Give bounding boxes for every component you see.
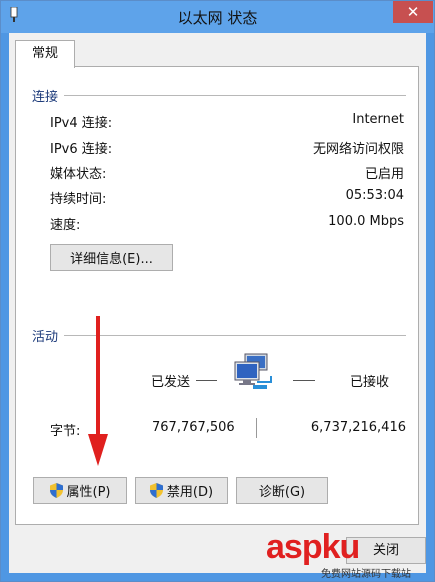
- ipv4-value: Internet: [352, 112, 404, 127]
- received-line: [293, 380, 315, 381]
- received-label: 已接收: [350, 375, 390, 390]
- bytes-label: 字节:: [50, 424, 81, 439]
- window-title: 以太网 状态: [177, 9, 258, 27]
- close-window-button[interactable]: ✕: [393, 1, 433, 23]
- watermark-logo: aspku: [266, 528, 360, 566]
- network-computers-icon: [234, 353, 272, 389]
- title-bar[interactable]: 以太网 状态 ✕: [1, 1, 434, 33]
- watermark-subtext: 免费网站源码下载站: [321, 569, 411, 580]
- disable-button[interactable]: 禁用(D): [135, 477, 228, 504]
- annotation-arrow: [88, 316, 108, 466]
- speed-value: 100.0 Mbps: [328, 214, 404, 229]
- ipv4-label: IPv4 连接:: [50, 116, 113, 131]
- tab-general[interactable]: 常规: [15, 40, 75, 68]
- connection-divider: [64, 95, 406, 96]
- speed-label: 速度:: [50, 218, 81, 233]
- sent-label: 已发送: [151, 375, 191, 390]
- details-button-label: 详细信息(E)...: [70, 252, 153, 267]
- properties-button-label: 属性(P): [66, 485, 111, 500]
- sent-line: [196, 380, 217, 381]
- disable-button-label: 禁用(D): [166, 485, 214, 500]
- shield-icon: [49, 483, 63, 498]
- window: 以太网 状态 ✕ 常规 连接 IPv4 连接: Internet IPv6 连接…: [0, 0, 435, 582]
- bytes-received-value: 6,737,216,416: [310, 420, 406, 435]
- properties-button[interactable]: 属性(P): [33, 477, 127, 504]
- activity-divider: [64, 335, 406, 336]
- dialog-body: 常规 连接 IPv4 连接: Internet IPv6 连接: 无网络访问权限…: [9, 33, 426, 573]
- diagnose-button[interactable]: 诊断(G): [236, 477, 328, 504]
- bytes-sent-value: 767,767,506: [152, 420, 235, 435]
- tab-panel-general: 连接 IPv4 连接: Internet IPv6 连接: 无网络访问权限 媒体…: [15, 66, 419, 525]
- media-state-label: 媒体状态:: [50, 167, 107, 182]
- media-state-value: 已启用: [364, 167, 404, 182]
- activity-group-label: 活动: [32, 330, 59, 345]
- ipv6-label: IPv6 连接:: [50, 142, 113, 157]
- duration-value: 05:53:04: [345, 188, 404, 203]
- diagnose-button-label: 诊断(G): [258, 485, 306, 500]
- ipv6-value: 无网络访问权限: [312, 142, 404, 157]
- shield-icon: [149, 483, 163, 498]
- duration-label: 持续时间:: [50, 192, 107, 207]
- bytes-separator: [256, 418, 257, 438]
- details-button[interactable]: 详细信息(E)...: [50, 244, 173, 271]
- connection-group-label: 连接: [32, 90, 59, 105]
